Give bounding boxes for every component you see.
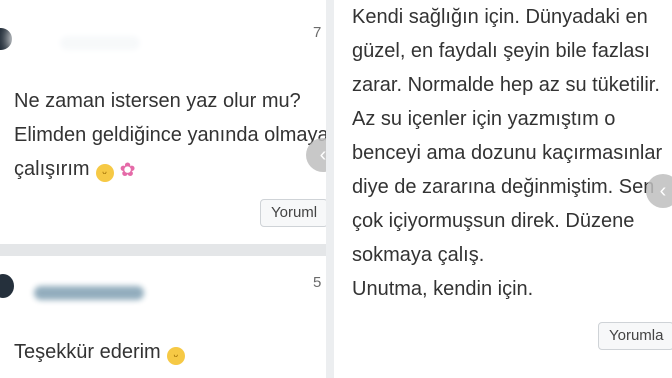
left-comment-panel: 7 Ne zaman istersen yaz olur mu? Elimden… <box>0 0 326 378</box>
comment-text-line: Unutma, kendin için. <box>352 278 534 300</box>
comment-card: 7 Ne zaman istersen yaz olur mu? Elimden… <box>0 0 326 244</box>
comment-text-line-with-emoji: Teşekkür ederim ᵕ <box>14 341 185 365</box>
cherry-blossom-emoji-icon: ✿ <box>119 160 136 181</box>
comment-text-line: zarar. Normalde hep az su tüketilir. <box>352 74 660 96</box>
comment-text-line: Ne zaman istersen yaz olur mu? <box>14 90 301 112</box>
comment-text-line: çok içiyormuşsun direk. Düzene <box>352 210 635 232</box>
comment-text-line-with-emoji: çalışırım ᵕ ✿ <box>14 158 135 182</box>
smiling-face-emoji-icon: ᵕ <box>166 347 185 365</box>
comment-text: Teşekkür ederim <box>14 341 161 363</box>
comment-text-line: benceyi ama dozunu kaçırmasınlar <box>352 142 663 164</box>
comment-text-line: Elimden geldiğince yanında olmaya <box>14 124 326 146</box>
comment-text-line: güzel, en faydalı şeyin bile fazlası <box>352 40 650 62</box>
card-divider <box>0 244 326 256</box>
comment-text: çalışırım <box>14 158 90 180</box>
comment-count: 7 <box>313 24 322 41</box>
comment-text-line: Az su içenler için yazmıştım o <box>352 108 616 130</box>
reply-button[interactable]: Yorumla <box>598 322 672 350</box>
comment-text-line: Kendi sağlığın için. Dünyadaki en <box>352 6 648 28</box>
smiling-face-emoji-icon: ᵕ <box>95 164 114 182</box>
comment-text-line: diye de zararına değinmiştim. Sen <box>352 176 655 198</box>
redaction-scribble <box>8 12 308 70</box>
chevron-left-icon[interactable]: ‹ <box>646 174 672 208</box>
redacted-username <box>34 286 144 300</box>
reply-button[interactable]: Yoruml <box>260 199 326 227</box>
comment-text-line: sokmaya çalış. <box>352 244 485 266</box>
comment-count: 5 <box>313 274 322 291</box>
